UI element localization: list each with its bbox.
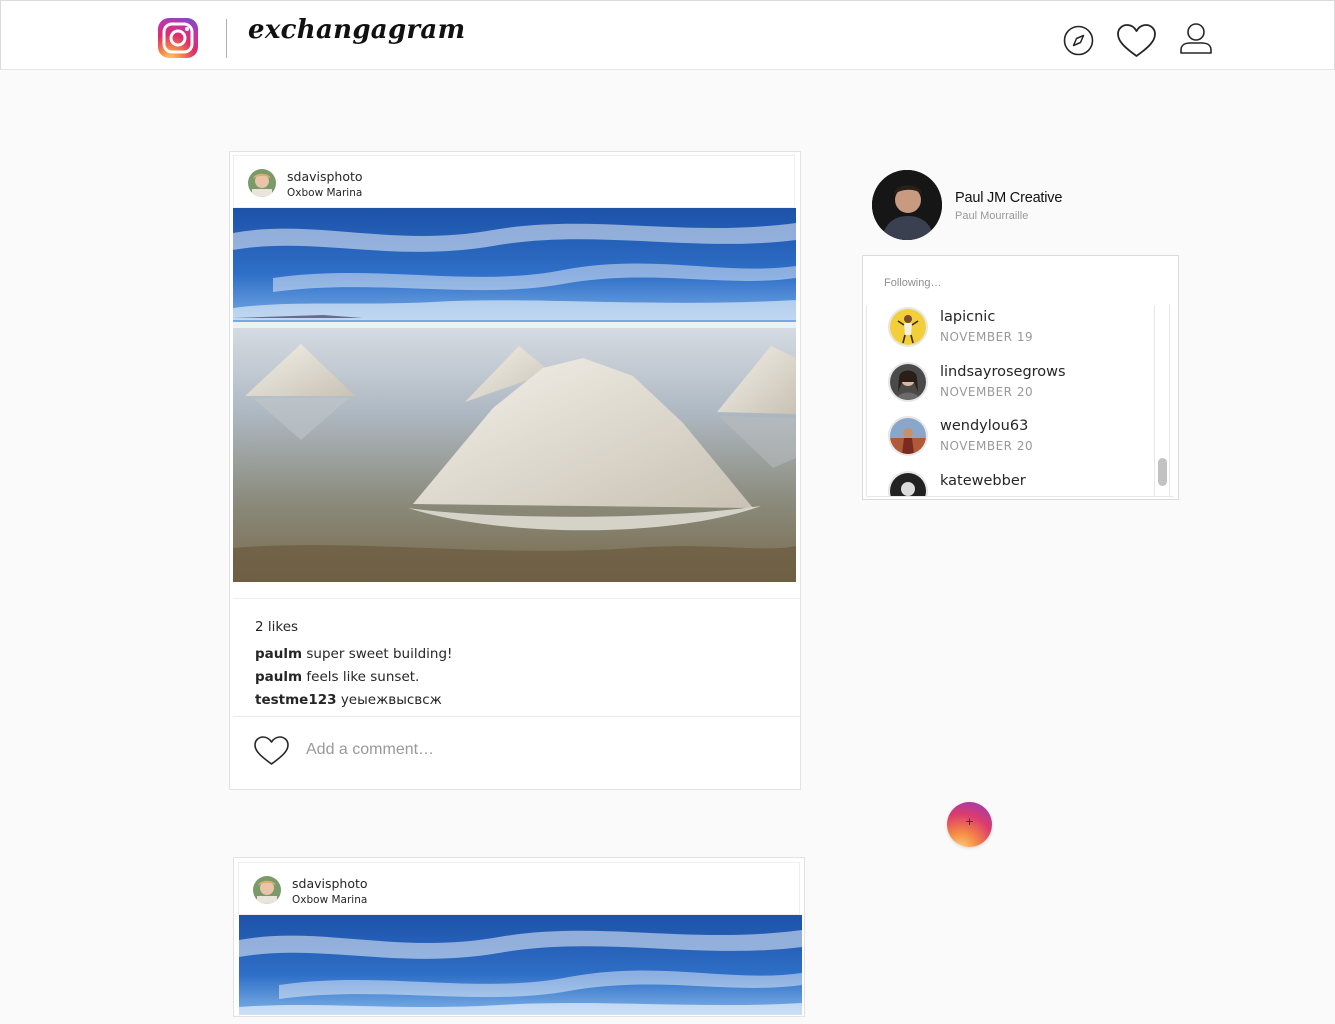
following-scrollbar[interactable] <box>1154 305 1170 496</box>
comment-text: уеыежвысвсж <box>340 692 442 708</box>
follow-date: NOVEMBER 20 <box>940 439 1034 453</box>
compass-icon[interactable] <box>1062 24 1095 57</box>
add-post-button[interactable]: + <box>947 802 992 847</box>
follow-username[interactable]: wendylou63 <box>940 418 1028 434</box>
likes-count[interactable]: 2 likes <box>255 619 298 635</box>
profile-name[interactable]: Paul JM Creative <box>955 190 1062 206</box>
post-card: sdavisphoto Oxbow Marina <box>229 151 801 790</box>
list-item[interactable]: wendylou63 NOVEMBER 20 <box>867 414 1147 466</box>
app-wordmark[interactable]: exchangagram <box>248 15 465 45</box>
instagram-logo-icon[interactable] <box>157 17 199 59</box>
comment-text: feels like sunset. <box>306 669 420 685</box>
scrollbar-thumb[interactable] <box>1158 458 1167 486</box>
comment-author[interactable]: paulm <box>255 646 302 662</box>
following-list[interactable]: lapicnic NOVEMBER 19 lindsayrosegrows NO… <box>866 305 1174 497</box>
follow-username[interactable]: lapicnic <box>940 309 995 325</box>
like-heart-icon[interactable] <box>253 735 290 767</box>
follow-avatar[interactable] <box>888 307 928 347</box>
profile-subname: Paul Mourraille <box>955 210 1029 222</box>
post-details: 2 likes paulm super sweet building! paul… <box>233 598 800 717</box>
heart-icon[interactable] <box>1116 23 1157 59</box>
comment-author[interactable]: testme123 <box>255 692 337 708</box>
following-panel: Following… lapicnic NOVEMBER 19 lindsayr… <box>862 255 1179 500</box>
post-location[interactable]: Oxbow Marina <box>287 187 362 199</box>
follow-username[interactable]: lindsayrosegrows <box>940 364 1066 380</box>
post-location[interactable]: Oxbow Marina <box>292 894 367 906</box>
follow-date: NOVEMBER 20 <box>940 385 1034 399</box>
follow-avatar[interactable] <box>888 416 928 456</box>
follow-avatar[interactable] <box>888 471 928 496</box>
comment-author[interactable]: paulm <box>255 669 302 685</box>
comment: paulm feels like sunset. <box>255 669 419 685</box>
plus-icon: + <box>964 815 975 828</box>
list-item[interactable]: lapicnic NOVEMBER 19 <box>867 305 1147 357</box>
post-username[interactable]: sdavisphoto <box>292 876 368 891</box>
follow-date: NOVEMBER 19 <box>940 330 1034 344</box>
following-title: Following… <box>884 277 942 289</box>
user-icon[interactable] <box>1178 22 1214 56</box>
follow-avatar[interactable] <box>888 362 928 402</box>
post-header: sdavisphoto Oxbow Marina <box>238 862 800 915</box>
comment-text: super sweet building! <box>306 646 453 662</box>
follow-username[interactable]: katewebber <box>940 473 1026 489</box>
comment-bar <box>233 718 800 788</box>
comment: paulm super sweet building! <box>255 646 452 662</box>
post-card: sdavisphoto Oxbow Marina <box>233 857 805 1017</box>
comment: testme123 уеыежвысвсж <box>255 692 442 708</box>
post-author-avatar[interactable] <box>253 876 281 904</box>
list-item[interactable]: lindsayrosegrows NOVEMBER 20 <box>867 360 1147 412</box>
post-header: sdavisphoto Oxbow Marina <box>233 155 795 208</box>
post-photo[interactable] <box>239 915 802 1015</box>
post-author-avatar[interactable] <box>248 169 276 197</box>
list-item[interactable]: katewebber <box>867 469 1147 496</box>
logo-divider <box>226 19 227 58</box>
post-username[interactable]: sdavisphoto <box>287 169 363 184</box>
profile-avatar[interactable] <box>872 170 942 240</box>
comment-input[interactable] <box>306 738 766 762</box>
post-photo[interactable] <box>233 208 796 582</box>
top-navigation-bar: exchangagram <box>0 0 1335 70</box>
